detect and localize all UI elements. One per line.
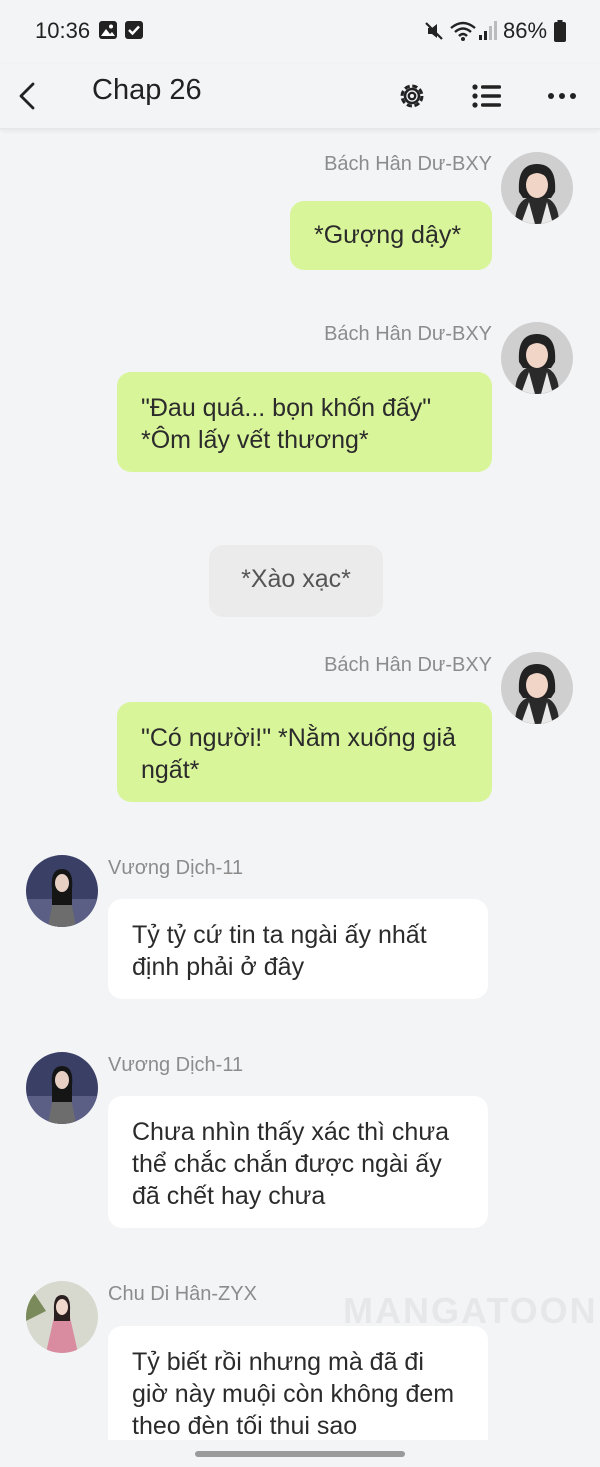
- back-button[interactable]: [4, 72, 52, 120]
- more-button[interactable]: [538, 72, 586, 120]
- battery-icon: [554, 20, 566, 42]
- signal-icon: [479, 21, 497, 40]
- narration-bubble: *Xào xạc*: [209, 545, 383, 617]
- avatar-image: [501, 152, 573, 224]
- author-name: Bách Hân Dư-BXY: [324, 153, 492, 175]
- image-icon: [99, 21, 117, 39]
- avatar-image: [501, 322, 573, 394]
- avatar[interactable]: [26, 1052, 98, 1124]
- message-bubble: Chưa nhìn thấy xác thì chưa thể chắc chắ…: [108, 1096, 488, 1228]
- avatar[interactable]: [501, 152, 573, 224]
- avatar[interactable]: [26, 855, 98, 927]
- status-time: 10:36: [35, 18, 91, 43]
- chapter-header: Chap 26: [0, 64, 600, 129]
- message-bubble: *Gượng dậy*: [290, 201, 492, 270]
- list-button[interactable]: [463, 72, 511, 120]
- message-bubble: "Có người!" *Nằm xuống giả ngất*: [117, 702, 492, 802]
- list-icon: [472, 84, 501, 108]
- avatar[interactable]: [501, 652, 573, 724]
- author-name: Vương Dịch-11: [108, 857, 244, 879]
- chevron-left-icon: [19, 82, 35, 110]
- settings-button[interactable]: [388, 72, 436, 120]
- avatar-image: [501, 652, 573, 724]
- avatar[interactable]: [26, 1281, 98, 1353]
- chapter-title: Chap 26: [92, 74, 202, 106]
- author-name: Vương Dịch-11: [108, 1054, 244, 1076]
- mute-icon: [425, 22, 443, 40]
- author-name: Bách Hân Dư-BXY: [324, 323, 492, 345]
- message-bubble: Tỷ tỷ cứ tin ta ngài ấy nhất định phải ở…: [108, 899, 488, 999]
- wifi-icon: [450, 21, 476, 41]
- check-square-icon: [125, 21, 143, 39]
- avatar[interactable]: [501, 322, 573, 394]
- home-indicator[interactable]: [195, 1451, 405, 1457]
- avatar-image: [26, 1052, 98, 1124]
- avatar-image: [26, 1281, 98, 1353]
- battery-percent: 86%: [503, 18, 548, 43]
- author-name: Chu Di Hân-ZYX: [108, 1283, 257, 1305]
- settings-icon: [400, 84, 424, 108]
- message-bubble: "Đau quá... bọn khốn đấy" *Ôm lấy vết th…: [117, 372, 492, 472]
- avatar-image: [26, 855, 98, 927]
- author-name: Bách Hân Dư-BXY: [324, 654, 492, 676]
- more-icon: [548, 93, 576, 99]
- status-bar: 10:36 86%: [0, 0, 600, 64]
